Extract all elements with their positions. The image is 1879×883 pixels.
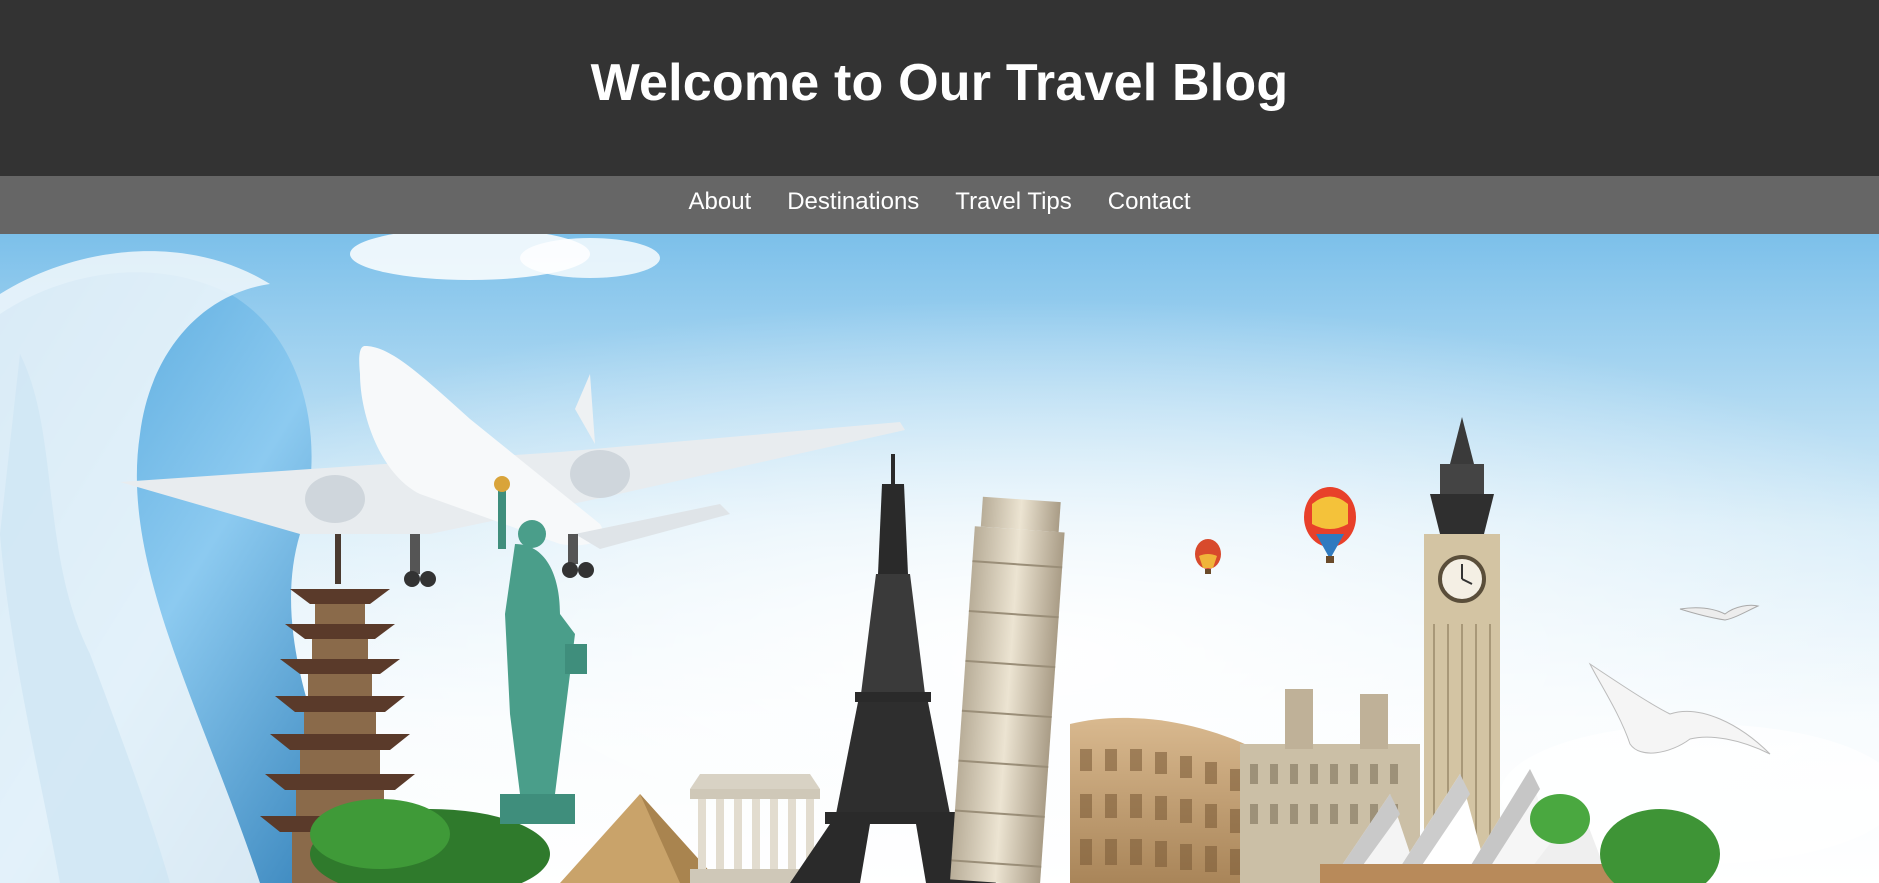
site-header: Welcome to Our Travel Blog (0, 0, 1879, 176)
main-nav: About Destinations Travel Tips Contact (0, 176, 1879, 234)
page-title: Welcome to Our Travel Blog (590, 54, 1289, 112)
nav-link-about[interactable]: About (689, 188, 752, 216)
nav-link-destinations[interactable]: Destinations (787, 188, 919, 216)
hero-banner (0, 234, 1879, 883)
nav-link-travel-tips[interactable]: Travel Tips (955, 188, 1071, 216)
nav-link-contact[interactable]: Contact (1108, 188, 1191, 216)
hero-image (0, 234, 1879, 883)
